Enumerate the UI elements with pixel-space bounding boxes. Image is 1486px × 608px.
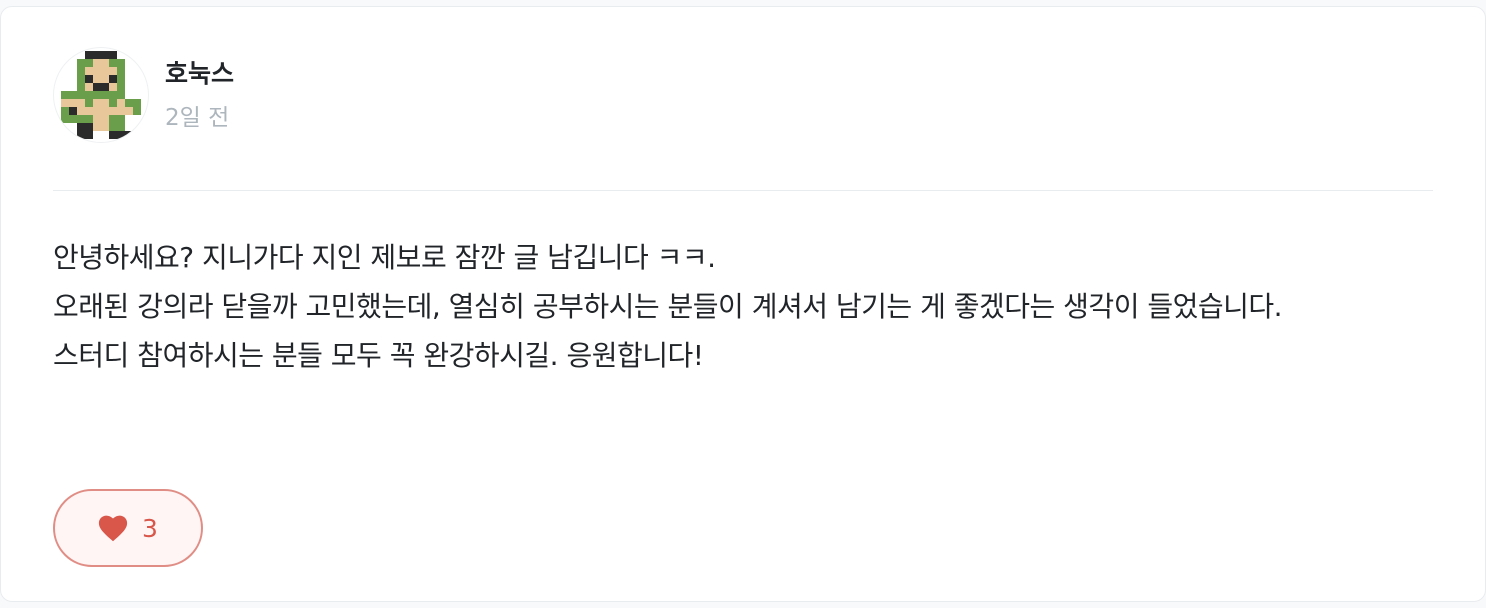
author-name[interactable]: 호눅스 bbox=[165, 57, 234, 91]
pixel-knight-avatar-icon bbox=[61, 51, 141, 139]
divider bbox=[53, 190, 1433, 191]
comment-line: 안녕하세요? 지니가다 지인 제보로 잠깐 글 남깁니다 ㅋㅋ. bbox=[53, 241, 716, 274]
like-button[interactable]: 3 bbox=[53, 489, 203, 567]
comment-line: 오래된 강의라 닫을까 고민했는데, 열심히 공부하시는 분들이 계셔서 남기는… bbox=[53, 290, 1283, 323]
comment-date: 2일 전 bbox=[165, 105, 230, 131]
comment-card: 호눅스 2일 전 안녕하세요? 지니가다 지인 제보로 잠깐 글 남깁니다 ㅋㅋ… bbox=[0, 6, 1486, 602]
comment-meta: 호눅스 2일 전 bbox=[165, 47, 234, 143]
comment-line: 스터디 참여하시는 분들 모두 꼭 완강하시길. 응원합니다! bbox=[53, 339, 704, 372]
avatar[interactable] bbox=[53, 47, 149, 143]
like-count: 3 bbox=[142, 513, 158, 543]
heart-icon bbox=[98, 515, 128, 542]
comment-body: 안녕하세요? 지니가다 지인 제보로 잠깐 글 남깁니다 ㅋㅋ. 오래된 강의라… bbox=[53, 233, 1433, 380]
comment-header: 호눅스 2일 전 bbox=[53, 47, 234, 143]
